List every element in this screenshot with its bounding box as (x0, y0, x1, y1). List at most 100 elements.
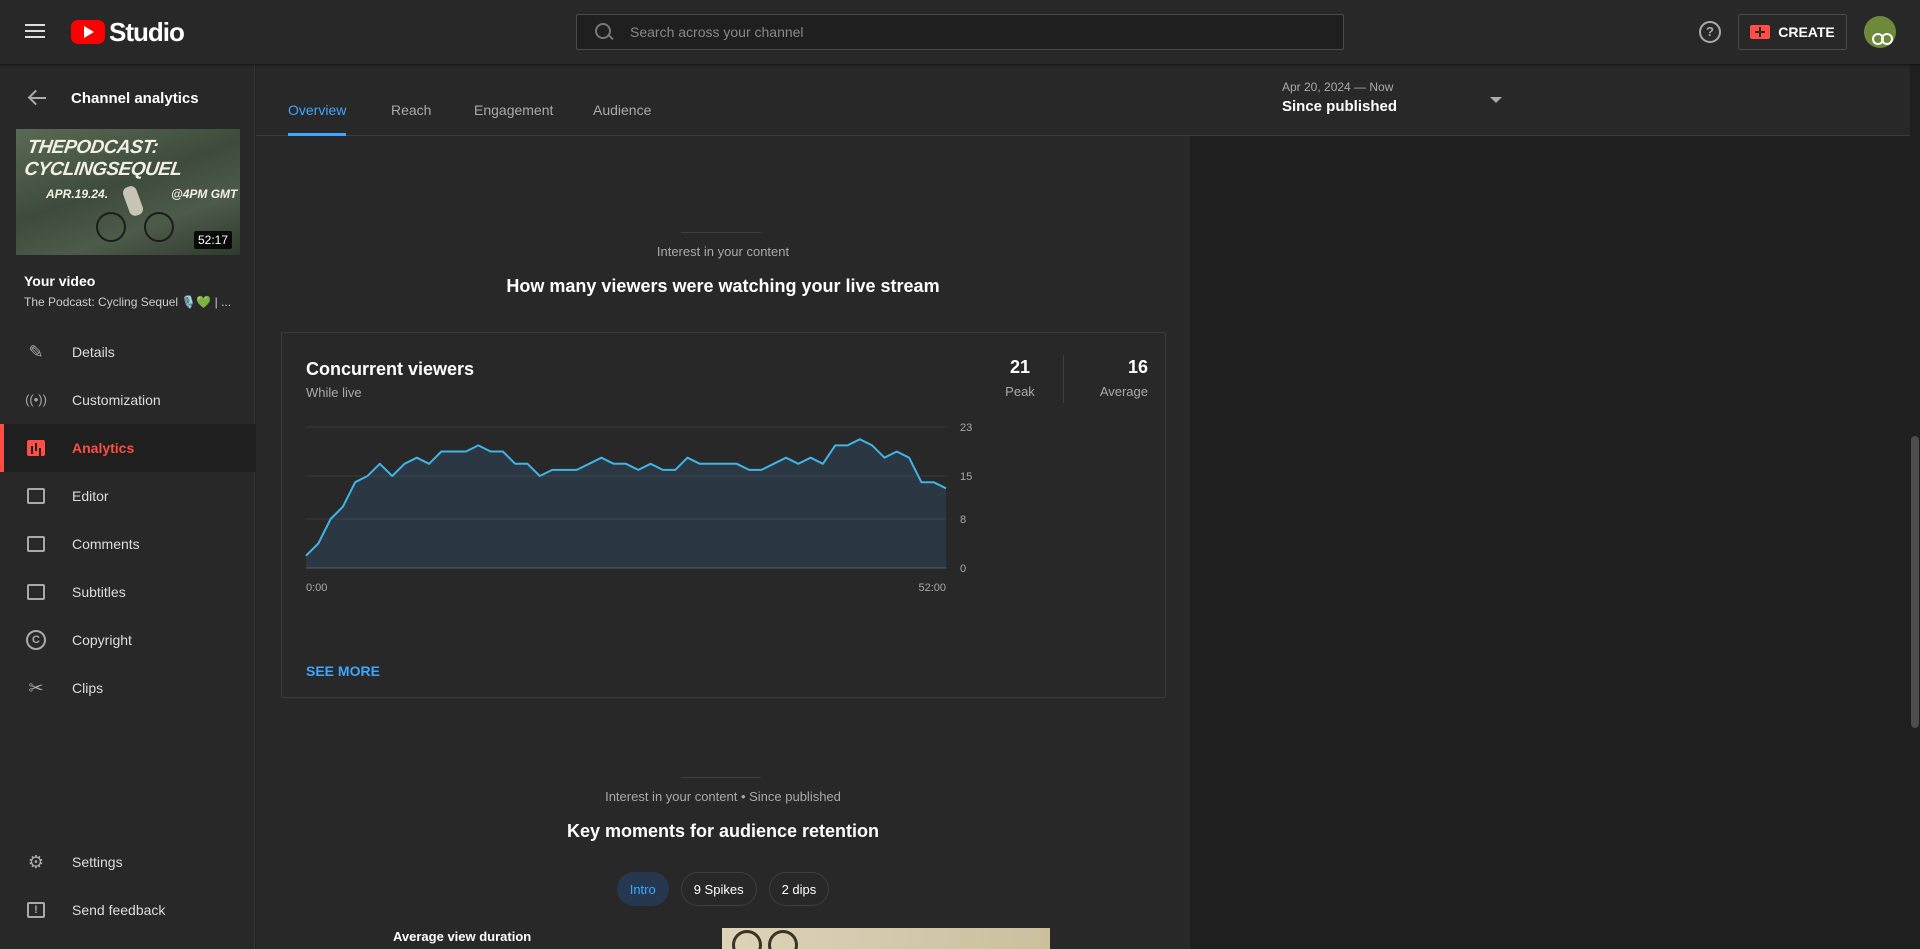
search-bar[interactable] (576, 14, 1344, 50)
data-point (353, 480, 357, 484)
data-point (489, 450, 493, 454)
data-point (636, 468, 640, 472)
feedback-icon: ! (24, 898, 48, 922)
average-stat: 16 Average (1078, 357, 1148, 399)
search-input[interactable] (630, 24, 1310, 40)
chip-dips[interactable]: 2 dips (768, 872, 830, 906)
date-range-label: Since published (1282, 98, 1398, 115)
chip-spikes[interactable]: 9 Spikes (680, 872, 757, 906)
create-button[interactable]: CREATE (1738, 14, 1847, 50)
tab-audience[interactable]: Audience (593, 102, 651, 118)
tab-overview[interactable]: Overview (288, 102, 346, 118)
data-point (538, 474, 542, 478)
data-point (329, 517, 333, 521)
scrollbar-thumb[interactable] (1911, 436, 1919, 728)
sidebar-item-comments[interactable]: Comments (0, 520, 255, 568)
x-tick-label: 52:00 (918, 582, 946, 594)
data-point (513, 462, 517, 466)
sidebar-nav: ✎ Details ((•)) Customization Analytics … (0, 328, 255, 712)
card-title: Concurrent viewers (306, 359, 475, 379)
data-point (821, 462, 825, 466)
data-point (464, 450, 468, 454)
your-video-label: Your video (24, 273, 96, 289)
average-value: 16 (1127, 357, 1148, 377)
tab-reach[interactable]: Reach (391, 102, 431, 118)
data-point (895, 450, 899, 454)
y-tick-label: 8 (960, 514, 966, 526)
sidebar-item-label: Customization (72, 392, 161, 408)
data-point (415, 456, 419, 460)
video-title[interactable]: The Podcast: Cycling Sequel 🎙️💚 | ... (24, 295, 244, 309)
data-point (809, 456, 813, 460)
tab-engagement[interactable]: Engagement (474, 102, 553, 118)
data-point (563, 468, 567, 472)
sidebar: Channel analytics THEPODCAST: CYCLINGSEQ… (0, 64, 255, 949)
data-point (735, 462, 739, 466)
chip-intro[interactable]: Intro (616, 872, 669, 906)
data-point (944, 486, 948, 490)
peak-value: 21 (1009, 357, 1031, 377)
sidebar-item-editor[interactable]: Editor (0, 472, 255, 520)
youtube-play-icon (71, 20, 105, 44)
sidebar-item-subtitles[interactable]: Subtitles (0, 568, 255, 616)
data-point (316, 542, 320, 546)
data-point (612, 462, 616, 466)
video-thumbnail[interactable]: THEPODCAST: CYCLINGSEQUEL APR.19.24. @4P… (16, 129, 240, 255)
broadcast-icon: ((•)) (25, 392, 47, 407)
back-label: Channel analytics (71, 89, 199, 107)
sidebar-item-send-feedback[interactable]: ! Send feedback (0, 886, 255, 934)
sidebar-item-clips[interactable]: ✂ Clips (0, 664, 255, 712)
studio-logo[interactable]: Studio (71, 16, 185, 48)
x-tick-label: 0:00 (306, 582, 327, 594)
scrollbar[interactable] (1910, 64, 1920, 949)
sidebar-item-analytics[interactable]: Analytics (0, 424, 255, 472)
data-point (403, 462, 407, 466)
create-label: CREATE (1778, 24, 1835, 40)
data-point (772, 462, 776, 466)
average-label: Average (1099, 384, 1148, 399)
key-moments-chips: Intro 9 Spikes 2 dips (256, 872, 1190, 906)
help-icon[interactable]: ? (1699, 21, 1721, 43)
sidebar-item-copyright[interactable]: C Copyright (0, 616, 255, 664)
sidebar-item-customization[interactable]: ((•)) Customization (0, 376, 255, 424)
sidebar-item-label: Settings (72, 854, 123, 870)
peak-stat: 21 Peak (1000, 357, 1040, 399)
avatar[interactable] (1864, 16, 1896, 48)
sidebar-item-label: Send feedback (72, 902, 166, 918)
arrow-back-icon[interactable] (28, 89, 46, 107)
section-divider (681, 777, 761, 778)
average-view-duration-label: Average view duration (393, 929, 532, 944)
back-to-channel-analytics[interactable]: Channel analytics (0, 78, 255, 118)
data-point (390, 474, 394, 478)
see-more-link[interactable]: SEE MORE (306, 663, 380, 679)
data-point (673, 468, 677, 472)
thumbnail-time: @4PM GMT (171, 187, 238, 201)
data-point (501, 450, 505, 454)
data-point (439, 450, 443, 454)
data-point (366, 474, 370, 478)
search-icon (593, 21, 615, 43)
thumbnail-date: APR.19.24. (46, 187, 109, 201)
thumbnail-title: THEPODCAST: CYCLINGSEQUEL (23, 137, 184, 180)
date-range-dates: Apr 20, 2024 — Now (1282, 80, 1394, 94)
menu-icon[interactable] (21, 20, 49, 44)
area-fill (306, 439, 946, 568)
data-point (784, 456, 788, 460)
sidebar-item-details[interactable]: ✎ Details (0, 328, 255, 376)
data-point (870, 443, 874, 447)
sidebar-item-settings[interactable]: ⚙ Settings (0, 838, 255, 886)
analytics-tab-bar: Overview Reach Engagement Audience Apr 2… (256, 64, 1910, 136)
section-title: How many viewers were watching your live… (506, 276, 940, 296)
concurrent-viewers-chart[interactable]: 0 8 15 23 0:00 52:00 (282, 423, 1167, 633)
data-point (304, 554, 308, 558)
data-point (858, 437, 862, 441)
data-point (550, 468, 554, 472)
section-divider (681, 232, 761, 233)
data-point (427, 462, 431, 466)
copyright-icon: C (24, 628, 48, 652)
comment-icon (24, 532, 48, 556)
date-range-picker[interactable]: Apr 20, 2024 — Now Since published (1282, 80, 1512, 122)
stat-divider (1063, 355, 1064, 403)
data-point (883, 456, 887, 460)
gear-icon: ⚙ (27, 852, 45, 872)
